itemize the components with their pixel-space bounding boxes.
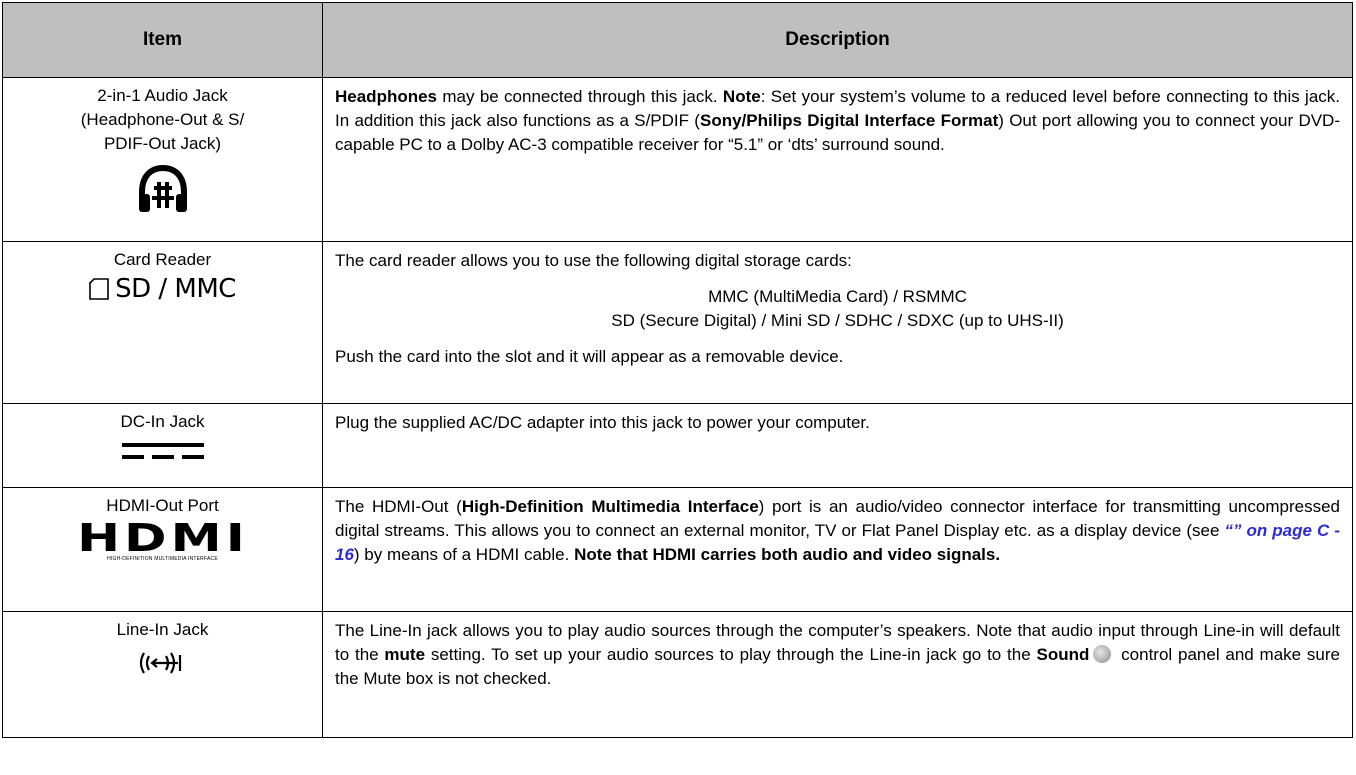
- table-row: Card Reader SD / MMC The card reader all…: [2, 241, 1353, 404]
- description-text: The Line-In jack allows you to play audi…: [335, 621, 1340, 688]
- card-reader-icon-text: SD / MMC: [115, 274, 236, 304]
- description-cell: Headphones may be connected through this…: [322, 77, 1353, 242]
- card-type-line: MMC (MultiMedia Card) / RSMMC: [708, 287, 967, 306]
- description-header: Description: [322, 2, 1353, 78]
- description-text: Headphones may be connected through this…: [335, 87, 1341, 154]
- sd-card-icon: [89, 278, 109, 300]
- item-cell: 2-in-1 Audio Jack (Headphone-Out & S/ PD…: [2, 77, 323, 242]
- hdmi-logo-icon: HDMI HIGH-DEFINITION MULTIMEDIA INTERFAC…: [77, 519, 245, 563]
- item-label: Line-In Jack: [116, 620, 209, 639]
- item-cell: DC-In Jack: [2, 403, 323, 488]
- item-label: (Headphone-Out & S/: [80, 110, 245, 129]
- description-cell: The Line-In jack allows you to play audi…: [322, 611, 1353, 738]
- header-row: Item Description: [2, 2, 1353, 78]
- item-label: PDIF-Out Jack): [103, 134, 222, 153]
- description-text: The HDMI-Out (High-Definition Multimedia…: [335, 497, 1340, 564]
- item-cell: HDMI-Out Port HDMI HIGH-DEFINITION MULTI…: [2, 487, 323, 612]
- description-text: The card reader allows you to use the fo…: [335, 251, 852, 270]
- item-cell: Card Reader SD / MMC: [2, 241, 323, 404]
- card-type-line: SD (Secure Digital) / Mini SD / SDHC / S…: [611, 311, 1064, 330]
- headphone-spdif-icon: [138, 164, 187, 212]
- dc-in-icon: [121, 443, 204, 459]
- description-cell: The card reader allows you to use the fo…: [322, 241, 1353, 404]
- description-cell: Plug the supplied AC/DC adapter into thi…: [322, 403, 1353, 488]
- description-text: Plug the supplied AC/DC adapter into thi…: [335, 413, 870, 432]
- sound-icon: [1093, 645, 1112, 663]
- item-header: Item: [2, 2, 323, 78]
- description-cell: The HDMI-Out (High-Definition Multimedia…: [322, 487, 1353, 612]
- table-row: DC-In Jack Plug the supplied AC/DC adapt…: [2, 403, 1353, 488]
- card-reader-icon: SD / MMC: [89, 274, 236, 304]
- item-label: 2-in-1 Audio Jack: [97, 86, 228, 105]
- line-in-icon: [139, 652, 181, 674]
- item-label: HDMI-Out Port: [106, 496, 219, 515]
- ports-table: Item Description 2-in-1 Audio Jack (Head…: [2, 2, 1353, 738]
- hdmi-logo-text: HDMI: [76, 516, 249, 560]
- item-label: Card Reader: [113, 250, 212, 269]
- description-text: Push the card into the slot and it will …: [335, 347, 844, 366]
- table-row: 2-in-1 Audio Jack (Headphone-Out & S/ PD…: [2, 77, 1353, 242]
- table-row: HDMI-Out Port HDMI HIGH-DEFINITION MULTI…: [2, 487, 1353, 612]
- table-row: Line-In Jack The Line-In jack allows you…: [2, 611, 1353, 738]
- item-cell: Line-In Jack: [2, 611, 323, 738]
- item-label: DC-In Jack: [120, 412, 205, 431]
